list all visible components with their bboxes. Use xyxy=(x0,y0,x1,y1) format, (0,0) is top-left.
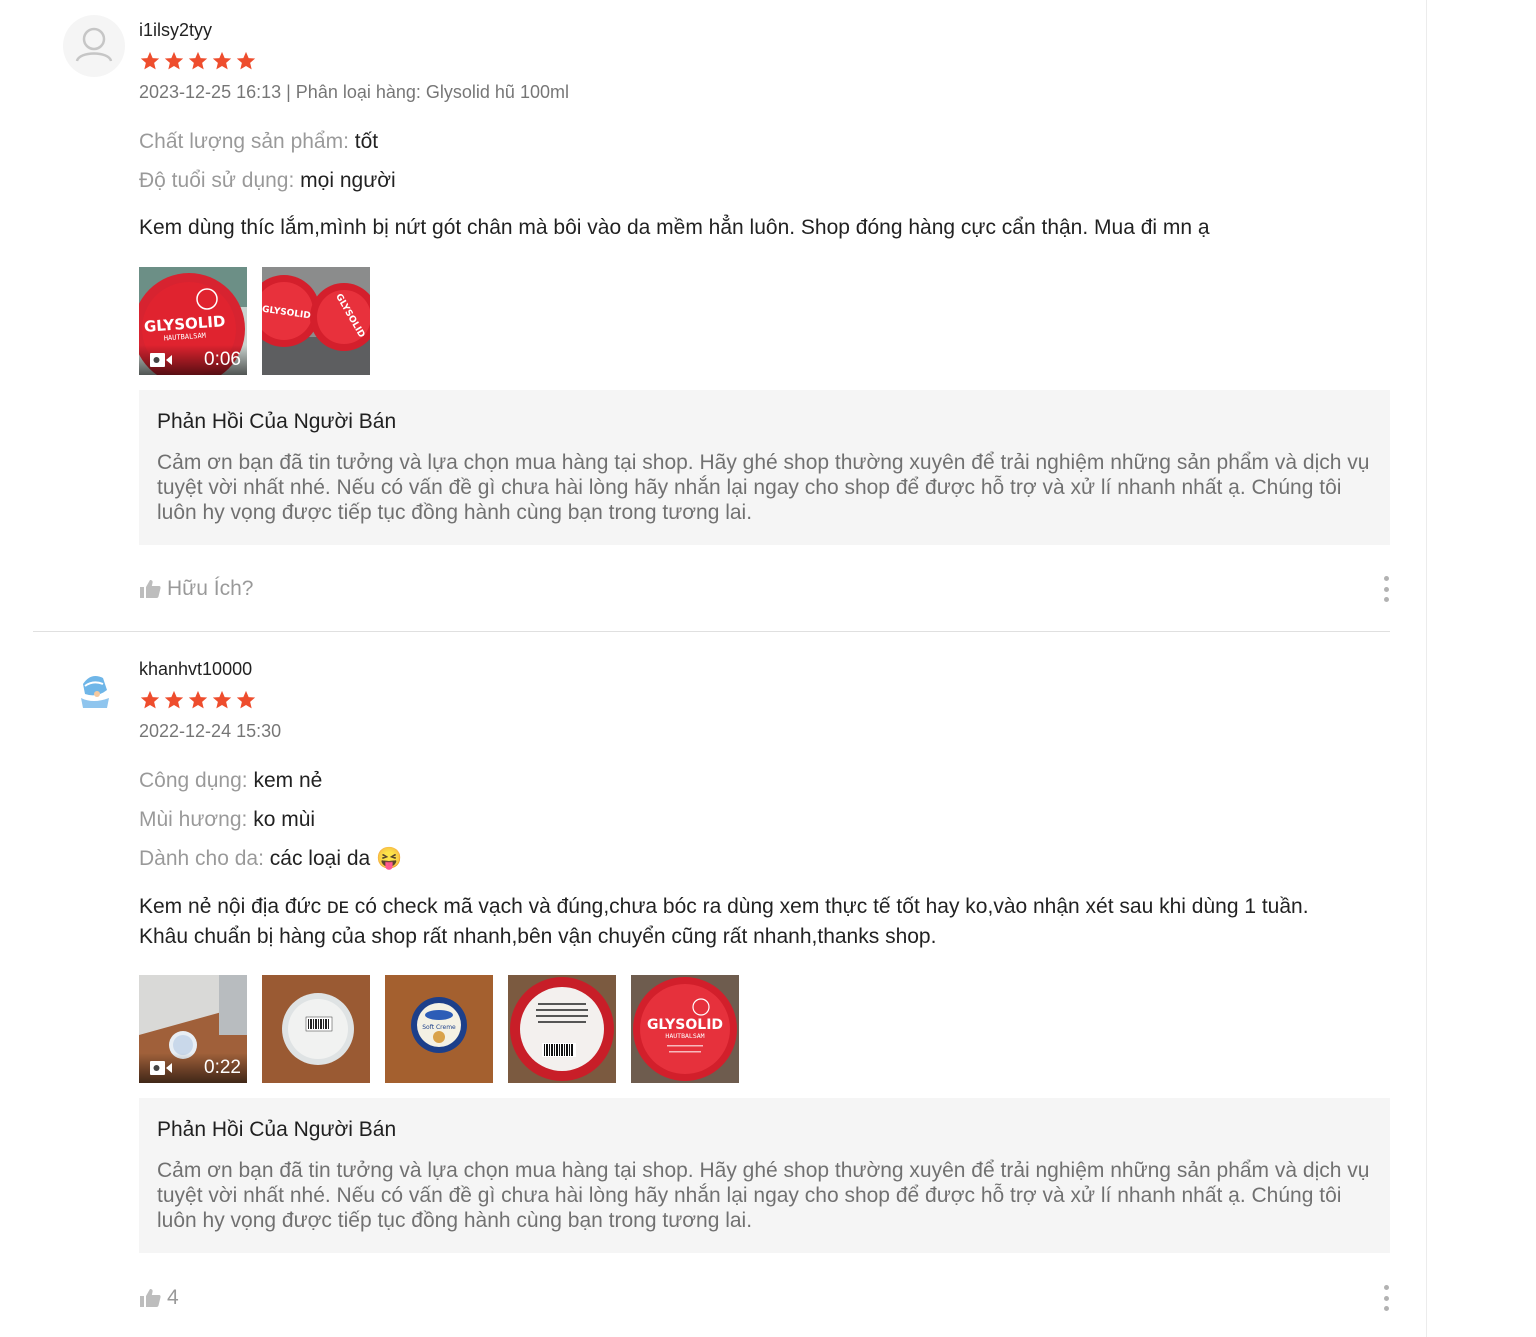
star-icon xyxy=(140,51,160,70)
review-text-line: Khâu chuẩn bị hàng của shop rất nhanh,bê… xyxy=(139,925,937,948)
review-image-thumbnail[interactable] xyxy=(508,975,616,1083)
attribute-value: kem nẻ xyxy=(253,769,323,792)
helpful-button[interactable]: Hữu Ích? xyxy=(139,577,253,601)
helpful-label: Hữu Ích? xyxy=(167,577,254,600)
seller-reply: Phản Hồi Của Người Bán Cảm ơn bạn đã tin… xyxy=(139,1098,1390,1253)
review-video-thumbnail[interactable]: GLYSOLID HAUTBALSAM 0:06 xyxy=(139,267,247,375)
review-text-line: Kem dùng thíc lắm,mình bị nứt gót chân m… xyxy=(139,216,1210,239)
helpful-button[interactable]: 4 xyxy=(139,1286,179,1310)
more-vertical-icon xyxy=(1383,1285,1389,1290)
product-label-text: Soft Creme xyxy=(422,1024,456,1031)
seller-reply-line: luôn hy vọng được tiếp tục đồng hành cùn… xyxy=(157,1209,753,1232)
star-icon xyxy=(236,690,256,709)
star-icon xyxy=(188,51,208,70)
product-photo: GLYSOLID GLYSOLID xyxy=(262,267,370,375)
more-vertical-icon-dot xyxy=(1383,1306,1389,1311)
review-image-thumbnail[interactable]: GLYSOLID HAUTBALSAM xyxy=(631,975,739,1083)
star-icon xyxy=(236,51,256,70)
attribute-value: mọi người xyxy=(300,169,396,192)
more-vertical-icon xyxy=(1383,576,1389,581)
attribute-label: Độ tuổi sử dụng: xyxy=(139,169,295,192)
attribute-value: các loại da 😝 xyxy=(269,847,403,870)
review-image-thumbnail[interactable]: Soft Creme xyxy=(385,975,493,1083)
review-text: Kem dùng thíc lắm,mình bị nứt gót chân m… xyxy=(139,213,1390,243)
star-icon xyxy=(140,690,160,709)
review-item: i1ilsy2tyy 2023-12-25 16:13 | Phân loại … xyxy=(33,0,1390,632)
seller-reply-line: tuyệt vời nhất nhé. Nếu có vấn đề gì chư… xyxy=(157,1184,1342,1207)
video-duration: 0:06 xyxy=(204,349,241,370)
page-right-divider xyxy=(1426,0,1427,1337)
more-options-button[interactable] xyxy=(1382,1285,1390,1311)
review-image-thumbnail[interactable]: GLYSOLID GLYSOLID xyxy=(262,267,370,375)
attribute-label: Chất lượng sản phẩm: xyxy=(139,130,349,153)
star-icon xyxy=(164,690,184,709)
star-icon xyxy=(164,51,184,70)
review-meta: 2022-12-24 15:30 xyxy=(139,721,282,741)
thumbs-up-icon xyxy=(140,1289,161,1307)
review-attribute: Công dụng: kem nẻ xyxy=(139,769,322,793)
review-media: 0:22 Soft Creme GLYSOLID HAUTBALSAM xyxy=(139,975,739,1083)
seller-reply-title: Phản Hồi Của Người Bán xyxy=(157,410,397,433)
review-item: khanhvt10000 2022-12-24 15:30 Công dụng:… xyxy=(33,632,1390,1337)
more-vertical-icon-dot xyxy=(1383,586,1389,592)
product-brand-text: GLYSOLID xyxy=(647,1017,723,1033)
product-photo xyxy=(262,975,370,1083)
review-media: GLYSOLID HAUTBALSAM 0:06 GLYSOLID GLYSOL… xyxy=(139,267,370,375)
product-photo: Soft Creme xyxy=(385,975,493,1083)
review-meta: 2023-12-25 16:13 | Phân loại hàng: Glyso… xyxy=(139,82,569,102)
attribute-label: Công dụng: xyxy=(139,769,248,792)
video-duration: 0:22 xyxy=(204,1057,241,1078)
seller-reply-line: Cảm ơn bạn đã tin tưởng và lựa chọn mua … xyxy=(157,1159,1370,1182)
seller-reply-line: Cảm ơn bạn đã tin tưởng và lựa chọn mua … xyxy=(157,451,1370,474)
attribute-value: ko mùi xyxy=(253,808,316,831)
rating-stars xyxy=(139,50,257,72)
seller-reply-title: Phản Hồi Của Người Bán xyxy=(157,1118,397,1141)
seller-reply-line: luôn hy vọng được tiếp tục đồng hành cùn… xyxy=(157,501,753,524)
review-text: Kem nẻ nội địa đức ᴅᴇ có check mã vạch v… xyxy=(139,892,1390,952)
seller-reply-line: tuyệt vời nhất nhé. Nếu có vấn đề gì chư… xyxy=(157,476,1342,499)
review-text-line: Kem nẻ nội địa đức ᴅᴇ có check mã vạch v… xyxy=(139,895,1309,918)
thumbs-up-icon xyxy=(140,580,161,598)
user-placeholder-icon xyxy=(75,27,113,62)
review-username[interactable]: i1ilsy2tyy xyxy=(139,20,212,41)
video-camera-icon xyxy=(150,1061,172,1075)
review-image-thumbnail[interactable] xyxy=(262,975,370,1083)
video-camera-icon xyxy=(150,353,172,367)
review-attribute: Chất lượng sản phẩm: tốt xyxy=(139,130,378,154)
video-overlay: 0:22 xyxy=(139,1053,247,1083)
helpful-count: 4 xyxy=(167,1286,179,1309)
review-video-thumbnail[interactable]: 0:22 xyxy=(139,975,247,1083)
seller-reply: Phản Hồi Của Người Bán Cảm ơn bạn đã tin… xyxy=(139,390,1390,545)
attribute-value: tốt xyxy=(354,130,379,153)
product-photo: GLYSOLID HAUTBALSAM xyxy=(631,975,739,1083)
avatar[interactable] xyxy=(63,15,125,77)
star-icon xyxy=(188,690,208,709)
more-options-button[interactable] xyxy=(1382,576,1390,602)
seller-reply-body: Cảm ơn bạn đã tin tưởng và lựa chọn mua … xyxy=(157,450,1372,525)
seller-reply-body: Cảm ơn bạn đã tin tưởng và lựa chọn mua … xyxy=(157,1158,1372,1233)
review-attribute: Độ tuổi sử dụng: mọi người xyxy=(139,169,396,193)
review-attribute: Dành cho da: các loại da 😝 xyxy=(139,847,402,871)
more-vertical-icon-dot xyxy=(1383,597,1389,602)
review-attribute: Mùi hương: ko mùi xyxy=(139,808,315,832)
attribute-label: Mùi hương: xyxy=(139,808,248,831)
star-icon xyxy=(212,690,232,709)
review-username[interactable]: khanhvt10000 xyxy=(139,659,252,680)
avatar[interactable] xyxy=(63,654,125,716)
rating-stars xyxy=(139,689,257,711)
user-avatar-image xyxy=(81,676,109,708)
star-icon xyxy=(212,51,232,70)
more-vertical-icon-dot xyxy=(1383,1295,1389,1301)
attribute-label: Dành cho da: xyxy=(139,847,264,870)
product-photo xyxy=(508,975,616,1083)
product-subtitle-text: HAUTBALSAM xyxy=(665,1032,704,1040)
video-overlay: 0:06 xyxy=(139,345,247,375)
